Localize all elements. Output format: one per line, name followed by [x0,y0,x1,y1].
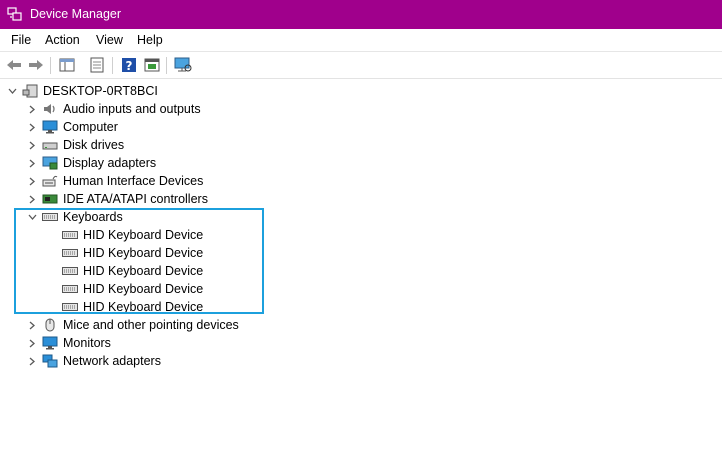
chevron-right-icon[interactable] [26,334,38,352]
disk-drive-icon [42,138,58,152]
menu-action[interactable]: Action [45,33,80,47]
tree-child-hid-keyboard-device[interactable]: HID Keyboard Device [62,262,203,280]
monitor-icon [42,336,58,350]
chevron-right-icon[interactable] [26,172,38,190]
back-icon[interactable] [4,55,24,75]
menu-view[interactable]: View [96,33,123,47]
tree-item-label: Display adapters [63,156,157,170]
scan-hardware-icon[interactable] [173,55,193,75]
tree-item-label: IDE ATA/ATAPI controllers [63,192,208,206]
keyboard-icon [42,210,58,224]
tree-item-ide-ata-atapi-controllers[interactable]: IDE ATA/ATAPI controllers [26,190,208,208]
chevron-right-icon[interactable] [26,352,38,370]
tree-child-hid-keyboard-device[interactable]: HID Keyboard Device [62,226,203,244]
forward-icon[interactable] [26,55,46,75]
tree-item-disk-drives[interactable]: Disk drives [26,136,124,154]
chevron-right-icon[interactable] [26,136,38,154]
chevron-right-icon[interactable] [26,118,38,136]
toolbar-separator [166,57,167,74]
tree-child-hid-keyboard-device[interactable]: HID Keyboard Device [62,244,203,262]
chevron-right-icon[interactable] [26,190,38,208]
chevron-right-icon[interactable] [26,154,38,172]
tree-root-node[interactable]: DESKTOP-0RT8BCI [6,82,158,100]
display-adapter-icon [42,156,58,170]
keyboard-icon [62,264,78,278]
ide-controller-icon [42,192,58,206]
tree-item-human-interface-devices[interactable]: Human Interface Devices [26,172,203,190]
tree-child-label: HID Keyboard Device [83,246,204,260]
tree-item-label: Network adapters [63,354,161,368]
network-adapter-icon [42,354,58,368]
tree-item-display-adapters[interactable]: Display adapters [26,154,156,172]
properties-icon[interactable] [87,55,107,75]
tree-child-label: HID Keyboard Device [83,228,204,242]
audio-icon [42,102,58,116]
menu-help[interactable]: Help [137,33,163,47]
tree-item-label: Keyboards [63,210,123,224]
computer-icon [22,84,38,98]
tree-item-network-adapters[interactable]: Network adapters [26,352,161,370]
keyboard-icon [62,282,78,296]
tree-item-mice-and-other-pointing-devices[interactable]: Mice and other pointing devices [26,316,239,334]
tree-child-hid-keyboard-device[interactable]: HID Keyboard Device [62,280,203,298]
tree-item-label: Mice and other pointing devices [63,318,239,332]
title-bar: Device Manager [0,0,722,29]
mouse-icon [42,318,58,332]
chevron-down-icon[interactable] [26,208,38,226]
tree-item-label: Computer [63,120,118,134]
menu-bar: File Action View Help [0,29,722,52]
tree-item-monitors[interactable]: Monitors [26,334,111,352]
tree-root-label: DESKTOP-0RT8BCI [43,84,158,98]
tree-item-computer[interactable]: Computer [26,118,118,136]
show-hide-tree-icon[interactable] [57,55,77,75]
update-driver-icon[interactable] [142,55,162,75]
keyboard-icon [62,246,78,260]
tree-child-label: HID Keyboard Device [83,282,204,296]
menu-file[interactable]: File [11,33,31,47]
tree-child-label: HID Keyboard Device [83,300,204,314]
svg-text:?: ? [126,59,133,73]
chevron-right-icon[interactable] [26,316,38,334]
chevron-right-icon[interactable] [26,100,38,118]
tree-child-label: HID Keyboard Device [83,264,204,278]
tree-item-label: Audio inputs and outputs [63,102,201,116]
tree-item-label: Monitors [63,336,111,350]
window-title: Device Manager [30,7,122,21]
computer-icon [42,120,58,134]
tree-item-label: Human Interface Devices [63,174,204,188]
hid-icon [42,174,58,188]
tree-item-keyboards[interactable]: Keyboards [26,208,123,226]
toolbar: ? [0,52,722,79]
toolbar-separator [112,57,113,74]
tree-item-audio-inputs-and-outputs[interactable]: Audio inputs and outputs [26,100,201,118]
keyboard-icon [62,228,78,242]
toolbar-separator [50,57,51,74]
help-icon[interactable]: ? [119,55,139,75]
keyboard-icon [62,300,78,314]
tree-item-label: Disk drives [63,138,125,152]
tree-child-hid-keyboard-device[interactable]: HID Keyboard Device [62,298,203,316]
device-tree: DESKTOP-0RT8BCI Audio inputs and outputs… [0,81,722,475]
device-manager-app-icon [7,7,22,21]
chevron-down-icon[interactable] [6,82,18,100]
